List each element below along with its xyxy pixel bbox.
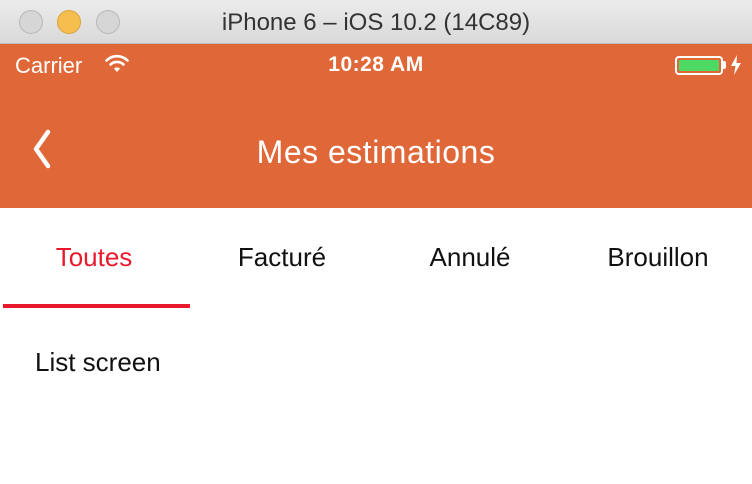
tab-toutes[interactable]: Toutes: [0, 208, 188, 308]
window-title: iPhone 6 – iOS 10.2 (14C89): [221, 9, 531, 36]
tab-label: Annulé: [429, 242, 511, 272]
battery-tip: [723, 61, 726, 69]
tab-label: Toutes: [55, 242, 133, 272]
tab-label: Brouillon: [607, 242, 709, 272]
battery-icon: [675, 56, 723, 75]
list-screen-content: List screen: [0, 308, 752, 484]
navigation-bar: Mes estimations: [0, 86, 752, 208]
tab-brouillon[interactable]: Brouillon: [564, 208, 752, 308]
content-text: List screen: [35, 347, 161, 377]
page-title: Mes estimations: [256, 134, 496, 170]
status-time: 10:28 AM: [328, 53, 424, 76]
tab-facture[interactable]: Facturé: [188, 208, 376, 308]
simulator-title-bar: iPhone 6 – iOS 10.2 (14C89): [0, 0, 752, 44]
app-header: Carrier 10:28 AM Mes estimations: [0, 44, 752, 208]
charging-bolt-icon: [731, 55, 741, 75]
status-bar: Carrier 10:28 AM: [0, 44, 752, 86]
tab-label: Facturé: [237, 242, 327, 272]
tab-annule[interactable]: Annulé: [376, 208, 564, 308]
battery-level-fill: [679, 60, 719, 71]
filter-tab-bar: Toutes Facturé Annulé Brouillon: [0, 208, 752, 308]
